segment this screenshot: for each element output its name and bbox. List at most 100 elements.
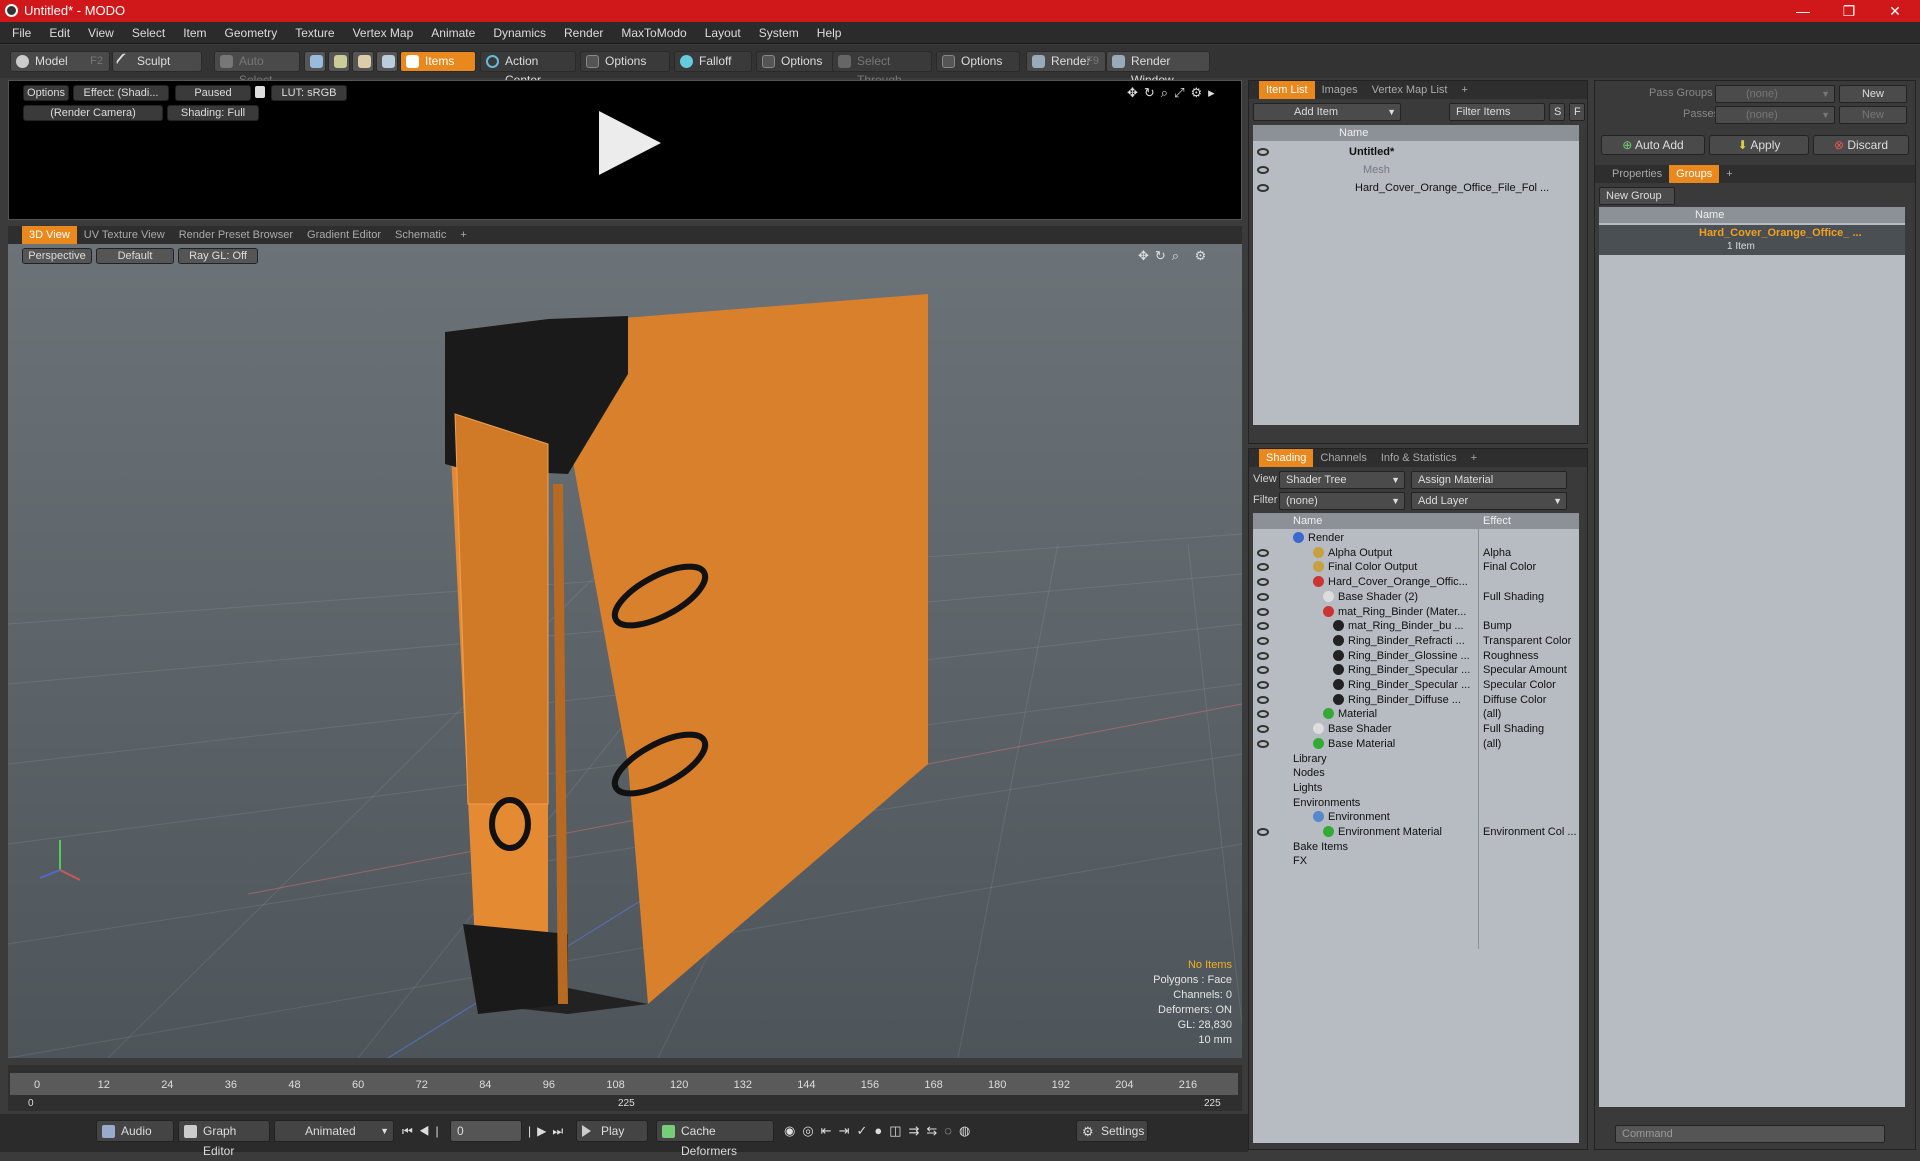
- action-center-button[interactable]: Action Center: [480, 51, 576, 87]
- menu-maxtomodo[interactable]: MaxToModo: [612, 22, 695, 44]
- add-tab-button[interactable]: +: [1454, 81, 1474, 99]
- play-preview-icon[interactable]: [599, 111, 661, 175]
- animated-dropdown[interactable]: Animated ▼: [274, 1120, 394, 1142]
- vertices-mode-button[interactable]: [304, 51, 326, 72]
- menu-layout[interactable]: Layout: [696, 22, 750, 44]
- lut-dropdown[interactable]: LUT: sRGB: [271, 85, 347, 101]
- default-shading-dropdown[interactable]: Default: [96, 248, 174, 264]
- minimize-button[interactable]: —: [1780, 0, 1826, 22]
- passes-dropdown[interactable]: (none) ▼: [1715, 106, 1835, 124]
- apply-button[interactable]: ⬇ Apply: [1709, 135, 1809, 155]
- close-button[interactable]: ✕: [1872, 0, 1918, 22]
- menu-file[interactable]: File: [0, 22, 40, 44]
- eye-icon[interactable]: [1257, 636, 1269, 645]
- 3d-viewport[interactable]: Perspective Default Ray GL: Off ✥↻⌕ ⚙ No…: [8, 244, 1242, 1058]
- graph-editor-button[interactable]: Graph Editor: [178, 1120, 270, 1158]
- next-key-buttons[interactable]: |▶⏭: [528, 1124, 569, 1139]
- action-center-options-button[interactable]: Options: [580, 51, 670, 72]
- command-input[interactable]: Command: [1615, 1125, 1885, 1143]
- groups-list[interactable]: Name Hard_Cover_Orange_Office_ ... 1 Ite…: [1599, 207, 1905, 1107]
- add-item-dropdown[interactable]: Add Item ▼: [1253, 103, 1401, 121]
- settings-button[interactable]: ⚙ Settings: [1076, 1120, 1148, 1142]
- perspective-dropdown[interactable]: Perspective: [22, 248, 92, 264]
- eye-icon[interactable]: [1257, 607, 1269, 616]
- effect-dropdown[interactable]: Effect: (Shadi...: [73, 85, 169, 101]
- eye-icon[interactable]: [1257, 563, 1269, 572]
- prev-key-buttons[interactable]: ⏮◀|: [402, 1124, 445, 1139]
- filter-f-button[interactable]: F: [1569, 103, 1585, 121]
- materials-mode-button[interactable]: [376, 51, 398, 72]
- menu-help[interactable]: Help: [808, 22, 851, 44]
- polygons-mode-button[interactable]: [352, 51, 374, 72]
- menu-select[interactable]: Select: [123, 22, 174, 44]
- tab-gradient-editor[interactable]: Gradient Editor: [300, 226, 388, 244]
- auto-add-button[interactable]: ⊕ Auto Add: [1601, 135, 1705, 155]
- frame-input[interactable]: 0: [450, 1120, 522, 1142]
- tab-render-preset-browser[interactable]: Render Preset Browser: [172, 226, 300, 244]
- menu-item[interactable]: Item: [174, 22, 215, 44]
- new-pass-group-button[interactable]: New: [1839, 85, 1907, 103]
- eye-icon[interactable]: [1257, 681, 1269, 689]
- tab-uv-texture-view[interactable]: UV Texture View: [77, 226, 172, 244]
- menu-texture[interactable]: Texture: [286, 22, 343, 44]
- eye-icon[interactable]: [1257, 184, 1269, 192]
- shader-tree[interactable]: Name Effect Render Alpha Output Alpha Final …: [1253, 513, 1579, 1143]
- eye-icon[interactable]: [1257, 592, 1269, 601]
- eye-icon[interactable]: [1257, 725, 1269, 734]
- render-camera-dropdown[interactable]: (Render Camera): [23, 105, 163, 121]
- tab-item-list[interactable]: Item List: [1259, 81, 1315, 99]
- eye-icon[interactable]: [1257, 578, 1269, 587]
- eye-icon[interactable]: [1257, 828, 1269, 836]
- edges-mode-button[interactable]: [328, 51, 350, 72]
- list-item[interactable]: Mesh: [1253, 161, 1579, 179]
- paused-button[interactable]: Paused: [175, 85, 251, 101]
- lock-icon[interactable]: [255, 86, 265, 98]
- audio-button[interactable]: Audio: [96, 1120, 174, 1142]
- list-item[interactable]: Hard_Cover_Orange_Office_File_Fol ...: [1253, 179, 1579, 197]
- tab-shading[interactable]: Shading: [1259, 449, 1314, 467]
- tab-channels[interactable]: Channels: [1313, 449, 1373, 467]
- select-through-button[interactable]: Select Through: [832, 51, 932, 87]
- add-layer-dropdown[interactable]: Add Layer ▼: [1411, 492, 1567, 510]
- add-tab-button[interactable]: +: [453, 226, 473, 244]
- render-window-button[interactable]: Render Window: [1106, 51, 1210, 87]
- new-pass-button[interactable]: New: [1839, 106, 1907, 124]
- menu-view[interactable]: View: [79, 22, 123, 44]
- tab-schematic[interactable]: Schematic: [388, 226, 453, 244]
- maximize-button[interactable]: ❐: [1826, 0, 1872, 22]
- menu-animate[interactable]: Animate: [422, 22, 484, 44]
- eye-icon[interactable]: [1257, 651, 1269, 660]
- auto-select-button[interactable]: Auto Select: [214, 51, 300, 87]
- eye-icon[interactable]: [1257, 622, 1269, 631]
- add-tab-button[interactable]: +: [1464, 449, 1484, 467]
- items-mode-button[interactable]: Items: [400, 51, 476, 72]
- menu-vertex-map[interactable]: Vertex Map: [344, 22, 423, 44]
- eye-icon[interactable]: [1257, 695, 1269, 704]
- eye-icon[interactable]: [1257, 166, 1269, 174]
- pass-groups-dropdown[interactable]: (none) ▼: [1715, 85, 1835, 103]
- falloff-options-button[interactable]: Options: [756, 51, 836, 72]
- preview-nav-icons[interactable]: ✥↻⌕⤢⚙▸: [1127, 85, 1221, 101]
- falloff-button[interactable]: Falloff: [674, 51, 752, 72]
- tab-vertex-map-list[interactable]: Vertex Map List: [1365, 81, 1455, 99]
- filter-s-button[interactable]: S: [1549, 103, 1565, 121]
- eye-icon[interactable]: [1257, 710, 1269, 719]
- timeline[interactable]: 0 225 225 0 12 24 36 48 60 72 84 96 108 120 132 144 1…: [8, 1065, 1242, 1111]
- menu-system[interactable]: System: [750, 22, 808, 44]
- group-row[interactable]: Hard_Cover_Orange_Office_ ... 1 Item: [1599, 225, 1905, 255]
- menu-dynamics[interactable]: Dynamics: [484, 22, 555, 44]
- filter-dropdown[interactable]: (none) ▼: [1279, 492, 1405, 510]
- cache-deformers-button[interactable]: Cache Deformers: [656, 1120, 774, 1158]
- new-group-button[interactable]: New Group: [1599, 187, 1675, 205]
- discard-button[interactable]: ⊗ Discard: [1813, 135, 1909, 155]
- preview-options-button[interactable]: Options: [23, 85, 69, 101]
- model-mode-button[interactable]: Model F2: [10, 51, 110, 72]
- tab-images[interactable]: Images: [1315, 81, 1365, 99]
- play-button[interactable]: Play: [576, 1120, 648, 1142]
- sculpt-mode-button[interactable]: Sculpt: [112, 51, 202, 72]
- add-tab-button[interactable]: +: [1719, 165, 1739, 183]
- viewport-nav-icons[interactable]: ✥↻⌕ ⚙: [1138, 248, 1212, 264]
- keyframe-tool-icons[interactable]: ◉◎⇤⇥✓●◫⇉⇆◌◍: [784, 1123, 977, 1139]
- tab-properties[interactable]: Properties: [1605, 165, 1669, 183]
- tab-info-statistics[interactable]: Info & Statistics: [1374, 449, 1464, 467]
